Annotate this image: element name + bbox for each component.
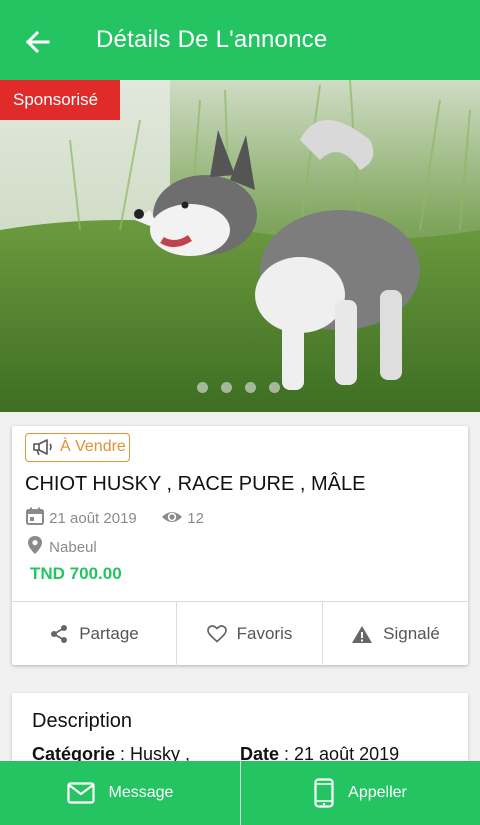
heart-icon (206, 625, 227, 643)
eye-icon (162, 512, 183, 522)
report-label: Signalé (383, 624, 440, 643)
listing-location-row: Nabeul (25, 535, 97, 556)
listing-price: TND 700.00 (30, 564, 122, 583)
message-button[interactable]: Message (0, 761, 240, 825)
action-bar: Partage Favoris Signalé (12, 601, 468, 666)
favorite-button[interactable]: Favoris (176, 602, 322, 666)
back-button[interactable] (18, 22, 58, 62)
listing-photo[interactable] (0, 80, 480, 412)
message-label: Message (108, 784, 174, 801)
phone-icon (314, 778, 334, 808)
description-title: Description (32, 710, 133, 732)
listing-title: CHIOT HUSKY , RACE PURE , MÂLE (25, 473, 366, 495)
carousel-dot[interactable] (245, 382, 256, 393)
listing-location: Nabeul (49, 539, 97, 556)
listing-card: À Vendre CHIOT HUSKY , RACE PURE , MÂLE … (12, 426, 468, 666)
call-label: Appeller (348, 784, 407, 801)
page-title: Détails De L'annonce (96, 26, 328, 53)
warning-icon (352, 625, 373, 643)
mail-icon (66, 782, 95, 804)
favorite-label: Favoris (236, 624, 293, 643)
calendar-icon (26, 507, 44, 525)
sponsored-badge: Sponsorisé (0, 80, 120, 120)
share-button[interactable]: Partage (12, 602, 176, 666)
bottom-action-bar: Message Appeller (0, 761, 480, 825)
carousel-dot[interactable] (197, 382, 208, 393)
call-button[interactable]: Appeller (240, 761, 480, 825)
carousel-indicator (197, 382, 280, 393)
arrow-left-icon (25, 30, 50, 54)
share-icon (51, 625, 68, 643)
badge-label: À Vendre (60, 438, 126, 455)
app-bar: Détails De L'annonce (0, 0, 480, 80)
listing-meta: 21 août 2019 12 (25, 506, 204, 527)
carousel-dot[interactable] (221, 382, 232, 393)
status-badge: À Vendre (25, 433, 130, 462)
listing-date: 21 août 2019 (49, 510, 137, 527)
carousel-dot[interactable] (269, 382, 280, 393)
megaphone-icon (33, 439, 52, 456)
location-pin-icon (28, 536, 42, 554)
report-button[interactable]: Signalé (322, 602, 468, 666)
view-count: 12 (187, 510, 204, 527)
share-label: Partage (79, 624, 139, 643)
